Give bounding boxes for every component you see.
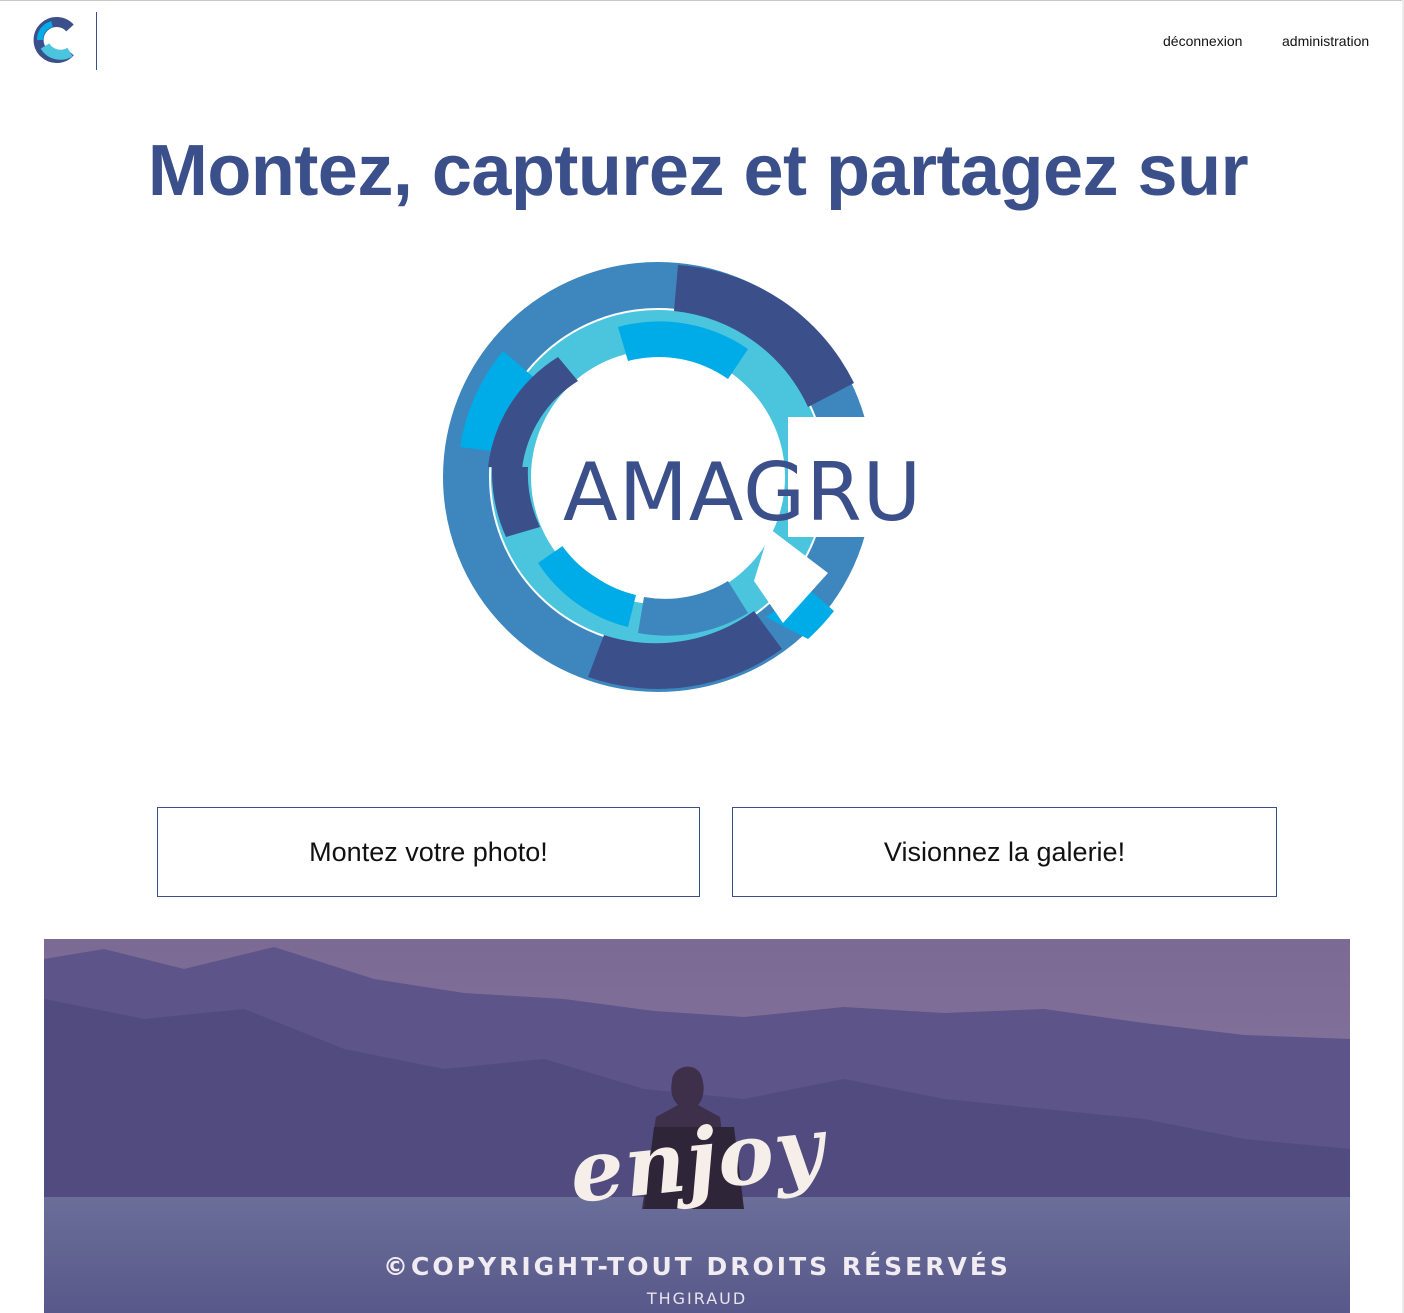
administration-link[interactable]: administration <box>1282 33 1369 49</box>
camagru-logo-icon[interactable] <box>32 16 80 64</box>
upload-photo-button[interactable]: Montez votre photo! <box>157 807 700 897</box>
promo-banner: enjoy ©COPYRIGHT-TOUT DROITS RÉSERVÉS TH… <box>44 939 1350 1313</box>
view-gallery-button[interactable]: Visionnez la galerie! <box>732 807 1277 897</box>
camagru-logo: AMAGRU <box>443 262 940 692</box>
header-divider <box>96 12 97 70</box>
logo-wordmark: AMAGRU <box>563 446 922 539</box>
top-border <box>0 0 1404 1</box>
banner-author: THGIRAUD <box>646 1289 748 1308</box>
logout-link[interactable]: déconnexion <box>1163 33 1242 49</box>
page-headline: Montez, capturez et partagez sur <box>147 131 1249 211</box>
banner-copyright: ©COPYRIGHT-TOUT DROITS RÉSERVÉS <box>383 1252 1011 1281</box>
